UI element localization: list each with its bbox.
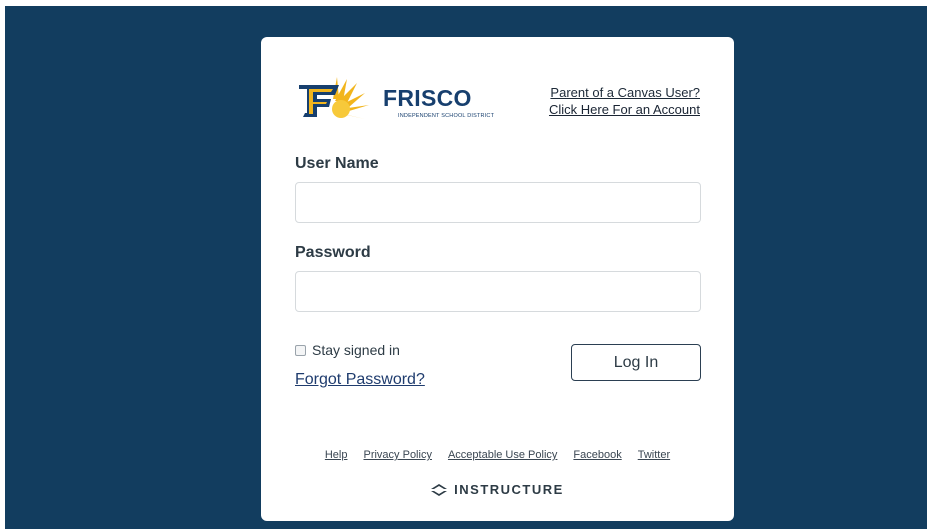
password-label: Password (295, 244, 371, 261)
footer-link-facebook[interactable]: Facebook (573, 449, 621, 461)
footer-links: Help Privacy Policy Acceptable Use Polic… (261, 449, 734, 461)
forgot-password-link[interactable]: Forgot Password? (295, 371, 425, 389)
instructure-chevron-icon (431, 483, 448, 496)
username-label: User Name (295, 155, 379, 172)
create-account-link[interactable]: Click Here For an Account (549, 101, 700, 118)
username-input[interactable] (295, 182, 701, 223)
footer-link-acceptable-use-policy[interactable]: Acceptable Use Policy (448, 449, 557, 461)
parent-account-links: Parent of a Canvas User? Click Here For … (549, 84, 700, 118)
frisco-f-sun-icon (299, 77, 369, 119)
footer-link-twitter[interactable]: Twitter (638, 449, 670, 461)
frisco-isd-logo: FRISCO INDEPENDENT SCHOOL DISTRICT (295, 77, 494, 125)
footer-link-help[interactable]: Help (325, 449, 348, 461)
stay-signed-in-checkbox[interactable] (295, 344, 306, 356)
instructure-wordmark: INSTRUCTURE (454, 482, 564, 497)
stay-signed-in-label[interactable]: Stay signed in (312, 342, 400, 358)
logo-word: FRISCO (383, 85, 472, 111)
stay-signed-in-row[interactable]: Stay signed in (295, 342, 400, 358)
login-card: FRISCO INDEPENDENT SCHOOL DISTRICT Paren… (261, 37, 734, 521)
login-button[interactable]: Log In (571, 344, 701, 381)
logo-subtitle: INDEPENDENT SCHOOL DISTRICT (398, 113, 495, 119)
footer-link-privacy-policy[interactable]: Privacy Policy (363, 449, 431, 461)
instructure-brand[interactable]: INSTRUCTURE (261, 482, 734, 497)
page-background: FRISCO INDEPENDENT SCHOOL DISTRICT Paren… (5, 6, 927, 529)
parent-of-canvas-user-link[interactable]: Parent of a Canvas User? (549, 84, 700, 101)
password-input[interactable] (295, 271, 701, 312)
